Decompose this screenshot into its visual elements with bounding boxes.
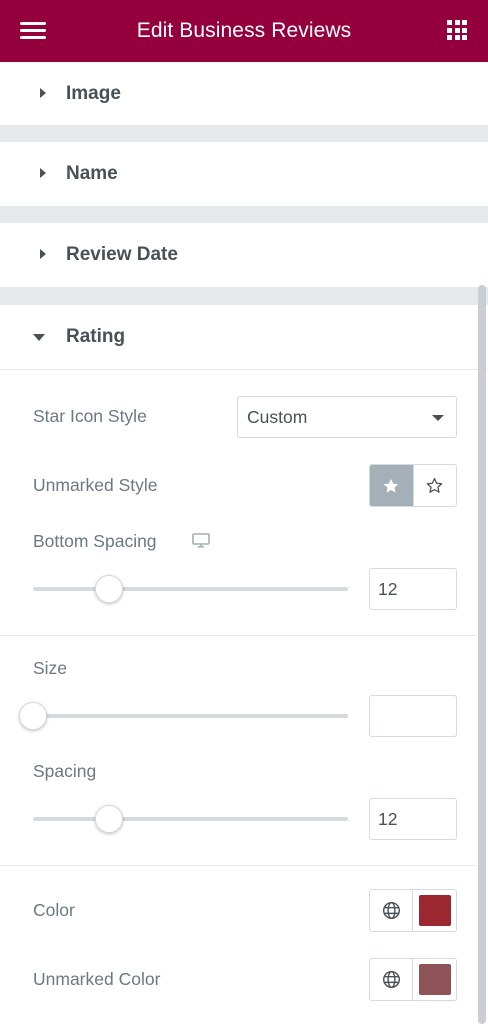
globe-icon xyxy=(382,970,400,989)
slider-track xyxy=(33,714,348,718)
caret-right-icon xyxy=(40,168,46,178)
bottom-spacing-slider[interactable] xyxy=(33,574,348,604)
global-colors-button[interactable] xyxy=(370,890,414,931)
section-label: Rating xyxy=(66,326,126,347)
section-separator xyxy=(0,287,488,305)
spacing-slider[interactable] xyxy=(33,804,348,834)
color-swatch xyxy=(418,964,451,995)
outline-star-icon xyxy=(427,477,443,493)
divider xyxy=(0,635,476,636)
outline-star-option[interactable] xyxy=(412,465,456,506)
color-swatch xyxy=(418,895,451,926)
section-rating[interactable]: Rating xyxy=(0,305,488,369)
color-label: Color xyxy=(33,900,75,920)
select-value: Custom xyxy=(247,406,308,427)
solid-star-option[interactable] xyxy=(370,465,413,506)
caret-right-icon xyxy=(40,88,46,98)
desktop-icon[interactable] xyxy=(192,533,210,549)
solid-star-icon xyxy=(384,478,399,493)
size-slider[interactable] xyxy=(19,701,348,731)
grid-icon[interactable] xyxy=(447,20,467,40)
caret-down-icon xyxy=(33,333,45,341)
star-icon-style-select[interactable]: Custom xyxy=(237,396,457,438)
section-name[interactable]: Name xyxy=(0,142,488,205)
unmarked-color-control xyxy=(369,958,457,1001)
scrollbar[interactable] xyxy=(478,285,486,1024)
size-label: Size xyxy=(33,658,68,678)
section-label: Name xyxy=(66,162,118,184)
editor-header: Edit Business Reviews xyxy=(0,0,488,62)
slider-handle[interactable] xyxy=(94,805,123,833)
panel-title: Edit Business Reviews xyxy=(136,19,352,42)
divider xyxy=(0,865,476,866)
color-picker-button[interactable] xyxy=(413,890,456,931)
globe-icon xyxy=(382,901,400,920)
hamburger-icon[interactable] xyxy=(20,22,46,40)
unmarked-style-choose xyxy=(369,464,457,507)
section-review-date[interactable]: Review Date xyxy=(0,223,488,286)
bottom-spacing-label: Bottom Spacing xyxy=(33,531,157,551)
section-separator xyxy=(0,125,488,142)
section-image[interactable]: Image xyxy=(0,62,488,125)
color-control xyxy=(369,889,457,932)
slider-track xyxy=(33,587,348,591)
section-label: Image xyxy=(66,82,121,104)
caret-right-icon xyxy=(40,249,46,259)
size-input[interactable] xyxy=(369,695,457,737)
section-label: Review Date xyxy=(66,243,178,265)
spacing-input[interactable] xyxy=(369,798,457,840)
slider-handle[interactable] xyxy=(94,575,123,603)
unmarked-style-label: Unmarked Style xyxy=(33,475,158,495)
color-picker-button[interactable] xyxy=(413,959,456,1000)
slider-handle[interactable] xyxy=(19,702,47,730)
global-colors-button[interactable] xyxy=(370,959,414,1000)
unmarked-color-label: Unmarked Color xyxy=(33,969,161,989)
star-icon-style-label: Star Icon Style xyxy=(33,406,147,426)
slider-track xyxy=(33,817,348,821)
chevron-down-icon xyxy=(432,415,444,421)
spacing-label: Spacing xyxy=(33,761,97,781)
section-separator xyxy=(0,206,488,223)
bottom-spacing-input[interactable] xyxy=(369,568,457,610)
